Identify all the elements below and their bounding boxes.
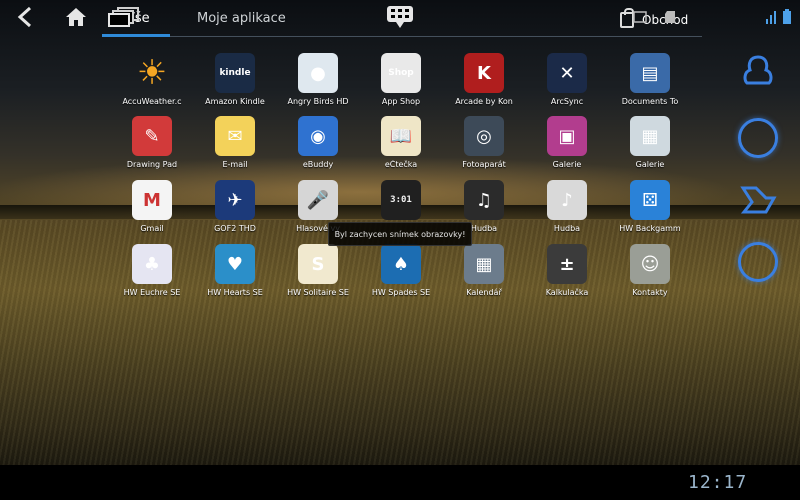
app-label: Galerie (635, 160, 665, 169)
clock-widget-icon: 3:01 (381, 180, 421, 220)
app-label: Gmail (140, 224, 164, 233)
app-euchre-21[interactable]: ♣ HW Euchre SE (110, 244, 194, 304)
tab-divider (102, 36, 702, 37)
ring-icon[interactable] (738, 118, 778, 158)
app-label: ArcSync (550, 97, 584, 106)
drawing-pad-icon: ✎ (132, 116, 172, 156)
sun-icon: ☀ (136, 53, 168, 93)
app-ebuddy-9[interactable]: ◉ eBuddy (276, 116, 360, 176)
app-label: HW Spades SE (371, 288, 431, 297)
contacts-icon: ☺ (630, 244, 670, 284)
envelope-icon: ✉ (215, 116, 255, 156)
euchre-icon: ♣ (132, 244, 172, 284)
app-label: Amazon Kindle (205, 97, 265, 106)
app-gallery-12[interactable]: ▣ Galerie (525, 116, 609, 176)
app-spades-24[interactable]: ♠ HW Spades SE (359, 244, 443, 304)
app-label: AccuWeather.c (122, 97, 182, 106)
app-documents-6[interactable]: ▤ Documents To (608, 53, 692, 113)
home-nav-icon[interactable] (738, 52, 778, 92)
app-k-4[interactable]: K Arcade by Kon (442, 53, 526, 113)
book-icon: 📖 (381, 116, 421, 156)
swoosh-icon[interactable] (738, 180, 778, 220)
recent-apps-icon[interactable] (108, 5, 140, 29)
app-spaceship-15[interactable]: ✈ GOF2 THD (193, 180, 277, 240)
app-label: eBuddy (302, 160, 334, 169)
photos-icon: ▦ (630, 116, 670, 156)
app-dice-20[interactable]: ⚄ HW Backgamm (608, 180, 692, 240)
app-label: HW Hearts SE (207, 288, 263, 297)
app-arcsync-5[interactable]: ✕ ArcSync (525, 53, 609, 113)
tab-my-apps[interactable]: Moje aplikace (197, 11, 286, 26)
app-kindle-1[interactable]: kindle Amazon Kindle (193, 53, 277, 113)
app-label: eČtečka (384, 160, 418, 169)
camera-icon: ◎ (464, 116, 504, 156)
app-gmail-14[interactable]: M Gmail (110, 180, 194, 240)
app-label: HW Backgamm (619, 224, 681, 233)
sd-card-icon[interactable] (662, 5, 678, 29)
wifi-icon[interactable] (764, 5, 778, 29)
back-icon[interactable] (12, 5, 38, 29)
headphones-icon: ♫ (464, 180, 504, 220)
app-label: E-mail (222, 160, 248, 169)
gmail-icon: M (132, 180, 172, 220)
angry-bird-icon: ● (298, 53, 338, 93)
app-label: Drawing Pad (126, 160, 178, 169)
app-sun-0[interactable]: ☀ AccuWeather.c (110, 53, 194, 113)
app-label: Fotoaparát (462, 160, 506, 169)
spaceship-icon: ✈ (215, 180, 255, 220)
ebuddy-icon: ◉ (298, 116, 338, 156)
k-icon: K (464, 53, 504, 93)
arcsync-icon: ✕ (547, 53, 587, 93)
hearts-icon: ♥ (215, 244, 255, 284)
app-lenovo-shop-3[interactable]: Shop App Shop (359, 53, 443, 113)
music-disc-icon: ♪ (547, 180, 587, 220)
app-camera-11[interactable]: ◎ Fotoaparát (442, 116, 526, 176)
gallery-icon: ▣ (547, 116, 587, 156)
screenshot-notification-icon[interactable] (632, 5, 648, 29)
ring-icon-2[interactable] (738, 242, 778, 282)
apps-menu-icon[interactable] (385, 5, 415, 29)
app-photos-13[interactable]: ▦ Galerie (608, 116, 692, 176)
app-label: Hudba (553, 224, 581, 233)
battery-icon[interactable] (780, 5, 794, 29)
app-label: Kalkulačka (545, 288, 589, 297)
app-contacts-27[interactable]: ☺ Kontakty (608, 244, 692, 304)
solitaire-icon: S (298, 244, 338, 284)
kindle-icon: kindle (215, 53, 255, 93)
spades-icon: ♠ (381, 244, 421, 284)
dice-icon: ⚄ (630, 180, 670, 220)
screenshot-toast: Byl zachycen snímek obrazovky! (328, 222, 472, 246)
app-label: Kalendář (466, 288, 502, 297)
app-label: HW Euchre SE (123, 288, 181, 297)
app-book-10[interactable]: 📖 eČtečka (359, 116, 443, 176)
app-calculator-26[interactable]: ± Kalkulačka (525, 244, 609, 304)
app-label: Galerie (552, 160, 582, 169)
microphone-icon: 🎤 (298, 180, 338, 220)
calendar-icon: ▦ (464, 244, 504, 284)
app-calendar-25[interactable]: ▦ Kalendář (442, 244, 526, 304)
app-label: App Shop (381, 97, 421, 106)
app-drawing-pad-7[interactable]: ✎ Drawing Pad (110, 116, 194, 176)
documents-icon: ▤ (630, 53, 670, 93)
app-envelope-8[interactable]: ✉ E-mail (193, 116, 277, 176)
app-solitaire-23[interactable]: S HW Solitaire SE (276, 244, 360, 304)
app-music-disc-19[interactable]: ♪ Hudba (525, 180, 609, 240)
tab-active-indicator (102, 34, 170, 37)
app-angry-bird-2[interactable]: ● Angry Birds HD (276, 53, 360, 113)
lenovo-shop-icon: Shop (381, 53, 421, 93)
app-label: Kontakty (632, 288, 668, 297)
app-hearts-22[interactable]: ♥ HW Hearts SE (193, 244, 277, 304)
home-icon[interactable] (62, 5, 90, 29)
status-clock[interactable]: 12:17 (688, 472, 747, 493)
calculator-icon: ± (547, 244, 587, 284)
app-label: Angry Birds HD (287, 97, 349, 106)
app-label: Arcade by Kon (455, 97, 513, 106)
app-label: HW Solitaire SE (287, 288, 349, 297)
system-bar (0, 465, 800, 500)
app-label: GOF2 THD (214, 224, 256, 233)
app-label: Documents To (621, 97, 679, 106)
